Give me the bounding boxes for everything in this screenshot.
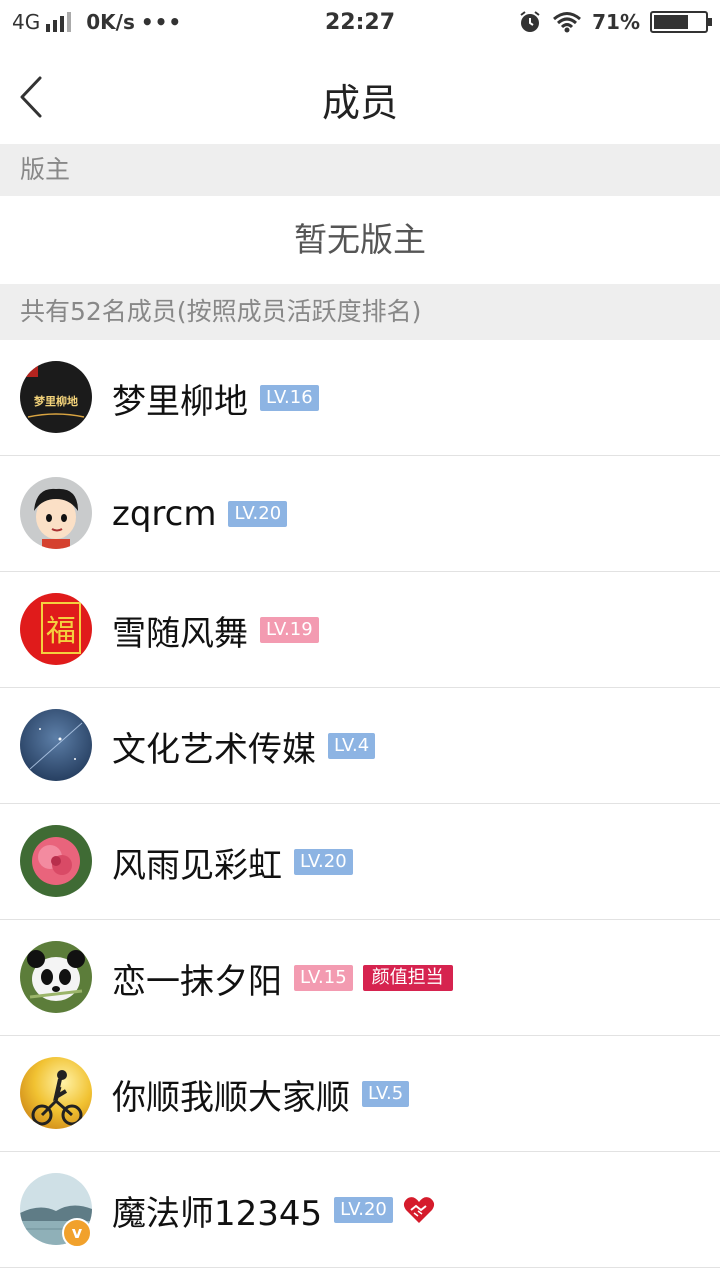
member-info: 梦里柳地 LV.16 (112, 340, 319, 456)
no-moderator-text: 暂无版主 (0, 196, 720, 284)
member-info: zqrcm LV.20 (112, 456, 288, 572)
level-badge: LV.5 (362, 1081, 410, 1107)
battery-icon (650, 11, 712, 33)
avatar-text: 福 (46, 614, 76, 649)
avatar-text: 梦里柳地 (34, 394, 78, 408)
alarm-icon (520, 11, 540, 32)
member-name: zqrcm (112, 494, 217, 534)
member-info: 风雨见彩虹 LV.20 (112, 804, 353, 920)
battery-fill (654, 15, 689, 29)
avatar[interactable] (20, 941, 92, 1013)
handshake-heart-icon (403, 1197, 434, 1223)
member-name: 梦里柳地 (112, 381, 248, 422)
nav-bar: 成员 (0, 50, 720, 144)
level-badge: LV.20 (228, 501, 288, 527)
member-row[interactable]: 福 雪随风舞 LV.19 (0, 572, 720, 688)
member-row[interactable]: v 魔法师12345 LV.20 (0, 1152, 720, 1268)
page-title: 成员 (321, 81, 398, 125)
level-badge: LV.16 (260, 385, 319, 411)
member-info: 雪随风舞 LV.19 (112, 572, 319, 688)
avatar[interactable] (20, 825, 92, 897)
member-row[interactable]: 你顺我顺大家顺 LV.5 (0, 1036, 720, 1152)
member-info: 恋一抹夕阳 LV.15 颜值担当 (112, 920, 453, 1036)
moderator-header: 版主 (0, 144, 720, 196)
level-badge: LV.15 (294, 965, 353, 991)
level-badge: LV.20 (294, 849, 353, 875)
member-name: 魔法师12345 (112, 1193, 323, 1234)
status-bar: 4G 0K/s ••• 22:27 71% (0, 0, 720, 50)
member-name: 你顺我顺大家顺 (112, 1077, 350, 1118)
member-name: 文化艺术传媒 (112, 729, 316, 770)
member-name: 风雨见彩虹 (112, 845, 282, 886)
member-row[interactable]: 文化艺术传媒 LV.4 (0, 688, 720, 804)
member-name: 雪随风舞 (112, 613, 248, 654)
avatar[interactable]: 梦里柳地 (20, 361, 92, 433)
member-row[interactable]: 风雨见彩虹 LV.20 (0, 804, 720, 920)
members-header: 共有52名成员(按照成员活跃度排名) (0, 284, 720, 340)
avatar[interactable] (20, 709, 92, 781)
title-tag: 颜值担当 (362, 965, 453, 991)
member-row[interactable]: zqrcm LV.20 (0, 456, 720, 572)
wifi-icon (553, 12, 582, 33)
member-info: 文化艺术传媒 LV.4 (112, 688, 376, 804)
member-name: 恋一抹夕阳 (112, 961, 282, 1002)
member-list: 梦里柳地 梦里柳地 LV.16 zqrcm LV.20 福 雪随风舞 LV.19… (0, 340, 720, 1268)
avatar[interactable] (20, 477, 92, 549)
battery-nub (708, 18, 712, 26)
member-info: 你顺我顺大家顺 LV.5 (112, 1036, 410, 1152)
status-right: 71% (508, 10, 712, 34)
battery-percent: 71% (592, 10, 640, 34)
level-badge: LV.20 (334, 1197, 393, 1223)
avatar[interactable]: 福 (20, 593, 92, 665)
avatar[interactable] (20, 1057, 92, 1129)
verified-badge: v (62, 1218, 92, 1248)
member-info: 魔法师12345 LV.20 (112, 1152, 435, 1268)
member-row[interactable]: 恋一抹夕阳 LV.15 颜值担当 (0, 920, 720, 1036)
level-badge: LV.19 (260, 617, 319, 643)
member-row[interactable]: 梦里柳地 梦里柳地 LV.16 (0, 340, 720, 456)
level-badge: LV.4 (328, 733, 376, 759)
